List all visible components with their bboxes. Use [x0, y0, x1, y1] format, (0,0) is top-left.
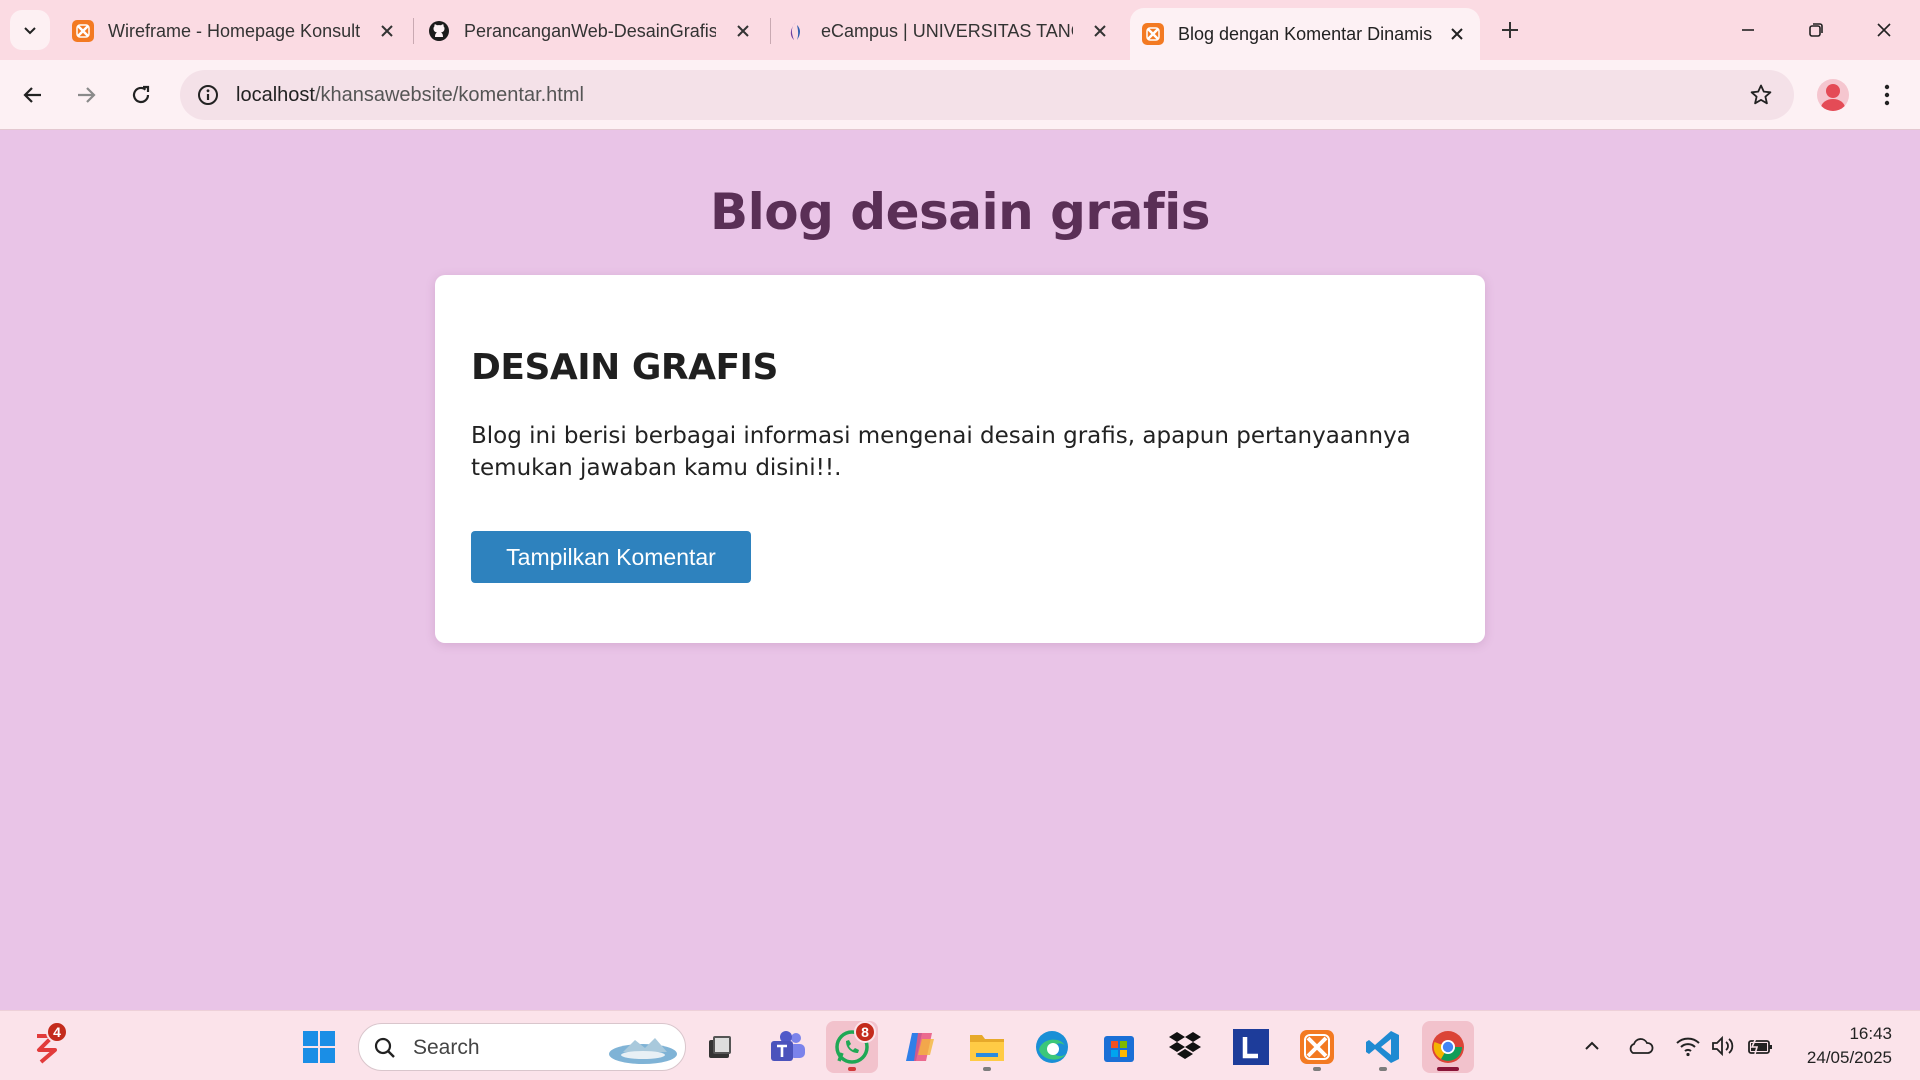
close-window-button[interactable]: [1862, 12, 1906, 48]
address-bar[interactable]: localhost/khansawebsite/komentar.html: [180, 70, 1794, 120]
new-tab-button[interactable]: [1494, 14, 1526, 46]
forward-button[interactable]: [66, 75, 106, 115]
taskbar-left-app[interactable]: 4: [20, 1021, 72, 1073]
search-placeholder: Search: [413, 1036, 480, 1059]
xampp-icon[interactable]: [1291, 1021, 1343, 1073]
running-indicator: [983, 1067, 991, 1071]
close-icon[interactable]: [1091, 22, 1109, 40]
tab-search-button[interactable]: [10, 10, 50, 50]
search-icon: [374, 1037, 395, 1058]
whatsapp-icon[interactable]: 8: [826, 1021, 878, 1073]
start-button[interactable]: [293, 1021, 345, 1073]
tab-ecampus[interactable]: eCampus | UNIVERSITAS TANGE: [773, 10, 1123, 52]
xampp-icon: [72, 20, 94, 42]
url-text: localhost/khansawebsite/komentar.html: [236, 84, 584, 107]
url-host: localhost: [236, 84, 315, 106]
tab-separator: [770, 18, 771, 44]
reload-icon: [132, 85, 150, 104]
arrow-right-icon: [78, 87, 96, 103]
taskbar-search[interactable]: Search: [358, 1023, 686, 1071]
tab-title: Blog dengan Komentar Dinamis: [1178, 23, 1433, 44]
card-description: Blog ini berisi berbagai informasi menge…: [471, 423, 1411, 481]
xampp-icon: [1142, 23, 1164, 45]
browser-toolbar: localhost/khansawebsite/komentar.html: [0, 60, 1920, 130]
minimize-button[interactable]: [1726, 12, 1770, 48]
tab-github[interactable]: PerancanganWeb-DesainGrafis: [416, 10, 766, 52]
page-title: Blog desain grafis: [710, 183, 1210, 241]
minimize-icon: [1742, 29, 1754, 31]
system-clock[interactable]: 16:43 24/05/2025: [1807, 1022, 1892, 1070]
volume-icon[interactable]: [1708, 1031, 1738, 1061]
card-heading: DESAIN GRAFIS: [471, 347, 778, 388]
ecampus-icon: [785, 20, 807, 42]
github-icon: [428, 20, 450, 42]
windows-icon: [303, 1031, 335, 1063]
tab-wireframe[interactable]: Wireframe - Homepage Konsult: [60, 10, 410, 52]
profile-avatar[interactable]: [1817, 79, 1849, 111]
onedrive-icon[interactable]: [1625, 1031, 1655, 1061]
search-highlight-icon: [609, 1038, 677, 1064]
restore-button[interactable]: [1794, 12, 1838, 48]
chevron-up-icon: [1585, 1041, 1599, 1050]
tab-blog-komentar[interactable]: Blog dengan Komentar Dinamis: [1130, 8, 1480, 60]
dropbox-icon[interactable]: [1159, 1021, 1211, 1073]
clock-time: 16:43: [1849, 1024, 1892, 1043]
file-explorer-icon[interactable]: [961, 1021, 1013, 1073]
back-button[interactable]: [13, 75, 53, 115]
bookmark-star-button[interactable]: [1748, 82, 1774, 108]
close-icon: [1877, 23, 1891, 37]
chrome-icon[interactable]: [1422, 1021, 1474, 1073]
arrow-left-icon: [23, 87, 41, 103]
page-content: Blog desain grafis DESAIN GRAFIS Blog in…: [0, 131, 1920, 1010]
edge-icon[interactable]: [1026, 1021, 1078, 1073]
show-comments-button[interactable]: Tampilkan Komentar: [471, 531, 751, 583]
url-path: /khansawebsite/komentar.html: [314, 84, 584, 106]
more-vertical-icon: [1884, 84, 1890, 106]
tab-title: Wireframe - Homepage Konsult: [108, 20, 360, 41]
close-icon[interactable]: [734, 22, 752, 40]
close-icon[interactable]: [1448, 25, 1466, 43]
battery-icon[interactable]: [1745, 1031, 1775, 1061]
browser-tab-bar: Wireframe - Homepage Konsult Perancangan…: [0, 0, 1920, 60]
running-indicator: [1313, 1067, 1321, 1071]
file-viewer-icon[interactable]: [694, 1021, 746, 1073]
restore-icon: [1809, 23, 1823, 37]
microsoft-store-icon[interactable]: [1093, 1021, 1145, 1073]
plus-icon: [1502, 22, 1518, 38]
tab-separator: [413, 18, 414, 44]
teams-icon[interactable]: [762, 1021, 814, 1073]
show-hidden-icons-button[interactable]: [1577, 1031, 1607, 1061]
notification-badge: 4: [46, 1021, 68, 1043]
vscode-icon[interactable]: [1357, 1021, 1409, 1073]
running-indicator: [1437, 1067, 1459, 1071]
blog-card: DESAIN GRAFIS Blog ini berisi berbagai i…: [435, 275, 1485, 643]
avatar-body: [1821, 99, 1845, 111]
l-app-icon[interactable]: [1225, 1021, 1277, 1073]
browser-menu-button[interactable]: [1872, 75, 1902, 115]
chevron-down-icon: [24, 27, 36, 35]
taskbar: 4 Search 8 16:43 24/05/2025: [0, 1010, 1920, 1080]
reload-button[interactable]: [121, 75, 161, 115]
site-info-icon[interactable]: [194, 81, 222, 109]
avatar-head: [1826, 84, 1840, 98]
close-icon[interactable]: [378, 22, 396, 40]
copilot-icon[interactable]: [894, 1021, 946, 1073]
running-indicator: [848, 1067, 856, 1071]
wifi-icon[interactable]: [1673, 1031, 1703, 1061]
tab-title: eCampus | UNIVERSITAS TANGE: [821, 20, 1073, 41]
star-icon: [1750, 84, 1772, 105]
running-indicator: [1379, 1067, 1387, 1071]
notification-badge: 8: [854, 1021, 876, 1043]
clock-date: 24/05/2025: [1806, 1048, 1892, 1067]
tab-title: PerancanganWeb-DesainGrafis: [464, 20, 716, 41]
